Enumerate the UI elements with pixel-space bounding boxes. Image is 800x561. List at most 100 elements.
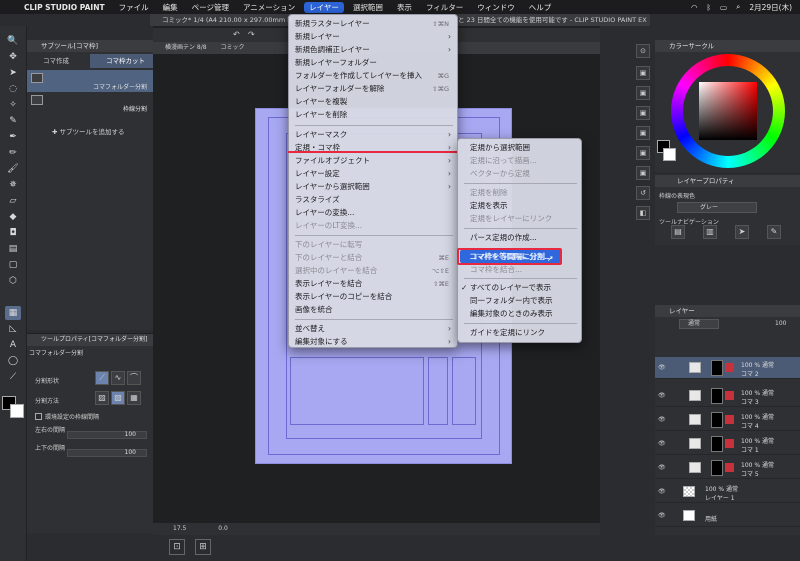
eye-icon[interactable]: 👁 [658,364,666,371]
fill-icon[interactable]: ◘ [5,226,21,240]
material-icon[interactable]: ▣ [636,86,650,100]
clock[interactable]: 2月29日(木) [749,2,792,13]
material-icon[interactable]: ▣ [636,106,650,120]
navigator-icon[interactable]: ⊙ [636,44,650,58]
page-manage-icon[interactable]: ⊡ [169,539,185,555]
shape-polyline-icon[interactable]: ⌒ [127,371,141,385]
submenu-item-draw-along-ruler[interactable]: 定規に沿って描画... [458,155,581,167]
layer-row[interactable]: 👁 用紙 [655,505,800,527]
menu-item-new-correction-layer[interactable]: 新規色調補正レイヤー › [289,44,457,56]
lr-gap-slider[interactable]: 100 [67,431,147,439]
blend-icon[interactable]: ◆ [5,210,21,224]
eraser-icon[interactable]: ▱ [5,194,21,208]
frame-border-icon[interactable]: ▦ [5,306,21,320]
layer-row[interactable]: 👁 100 % 通常 コマ 5 [655,457,800,479]
eye-icon[interactable]: 👁 [658,512,666,519]
menu-item-create-folder-insert[interactable]: フォルダーを作成してレイヤーを挿入 ⌘G [289,70,457,82]
tab-frame-cut[interactable]: コマ枠カット [90,54,153,68]
menu-item-flatten[interactable]: 画像を統合 [289,304,457,316]
material-icon[interactable]: ▣ [636,166,650,180]
menu-item-merge-down[interactable]: 下のレイヤーと結合 ⌘E [289,252,457,264]
material-icon[interactable]: ▣ [636,126,650,140]
battery-icon[interactable]: ▭ [720,3,727,12]
menu-layer[interactable]: レイヤー [304,1,344,13]
nav-icon-2[interactable]: ▥ [703,225,717,239]
brush-icon[interactable]: 🖌 [5,162,21,176]
zoom-value[interactable]: 17.5 [173,525,186,532]
lasso-icon[interactable]: ◌ [5,82,21,96]
angle-value[interactable]: 0.0 [218,525,228,532]
menu-item-merge-visible[interactable]: 表示レイヤーを結合 ⇧⌘E [289,278,457,290]
add-subtool-button[interactable]: ✚ サブツールを追加する [52,126,125,136]
material-icon[interactable]: ▣ [636,66,650,80]
tab-frame-create[interactable]: コマ作成 [27,54,90,68]
bluetooth-icon[interactable]: ᛒ [707,3,712,12]
menu-item-new-layer[interactable]: 新規レイヤー › [289,31,457,43]
eye-icon[interactable]: 👁 [658,416,666,423]
layer-row[interactable]: 👁 100 % 通常 コマ 1 [655,433,800,455]
menu-animation[interactable]: アニメーション [243,2,295,13]
operation-icon[interactable]: ➤ [5,66,21,80]
submenu-item-link-ruler[interactable]: 定規をレイヤーにリンク [458,213,581,225]
pencil-icon[interactable]: ✏ [5,146,21,160]
saturation-value-square[interactable] [699,82,757,140]
redo-icon[interactable]: ↷ [248,30,255,39]
menu-item-release-folder[interactable]: レイヤーフォルダーを解除 ⇧⌘G [289,83,457,95]
ruler-icon[interactable]: ◺ [5,322,21,336]
eyedropper-icon[interactable]: ✎ [5,114,21,128]
menu-item-lt-convert[interactable]: レイヤーのLT変換... [289,220,457,232]
sub-view-icon[interactable]: ◧ [636,206,650,220]
undo-icon[interactable]: ↶ [233,30,240,39]
env-gap-checkbox[interactable] [35,413,42,420]
layer-row[interactable]: 👁 100 % 通常 コマ 3 [655,385,800,407]
submenu-item-show-edit-target[interactable]: 編集対象のときのみ表示 [458,308,581,320]
menu-filter[interactable]: フィルター [426,2,463,13]
subtool-item-line-split[interactable]: 枠線分割 [27,92,153,114]
background-color[interactable] [10,404,24,418]
submenu-item-show-ruler[interactable]: 定規を表示 [458,200,581,212]
layer-row[interactable]: 👁 100 % 通常 コマ 4 [655,409,800,431]
submenu-item-perspective-ruler[interactable]: パース定規の作成... [458,232,581,244]
nav-icon-1[interactable]: ▤ [671,225,685,239]
menu-item-new-raster-layer[interactable]: 新規ラスターレイヤー ⇧⌘N [289,18,457,30]
submenu-item-divide-frame-evenly[interactable]: コマ枠を等間隔に分割... [458,251,581,263]
menu-item-selection-from-layer[interactable]: レイヤーから選択範囲 › [289,181,457,193]
submenu-item-ruler-from-vector[interactable]: ベクターから定規 [458,168,581,180]
subtool-item-folder-split[interactable]: コマフォルダー分割 [27,70,153,92]
vector-icon[interactable]: ⬡ [5,274,21,288]
method-b-icon[interactable]: ▧ [111,391,125,405]
shape-curve-icon[interactable]: ∿ [111,371,125,385]
text-icon[interactable]: A [5,338,21,352]
tab-comic[interactable]: コミック [221,44,245,51]
move-icon[interactable]: ✥ [5,50,21,64]
menu-item-delete-layer[interactable]: レイヤーを削除 [289,109,457,121]
menu-window[interactable]: ウィンドウ [477,2,515,13]
balloon-icon[interactable]: ◯ [5,354,21,368]
menu-item-new-layer-folder[interactable]: 新規レイヤーフォルダー [289,57,457,69]
menu-edit[interactable]: 編集 [163,2,178,13]
history-icon[interactable]: ↺ [636,186,650,200]
menu-item-order[interactable]: 並べ替え › [289,323,457,335]
menu-item-transfer-down[interactable]: 下のレイヤーに転写 [289,239,457,251]
app-name[interactable]: CLIP STUDIO PAINT [24,3,105,12]
material-icon[interactable]: ▣ [636,146,650,160]
nav-icon-3[interactable]: ➤ [735,225,749,239]
submenu-item-show-same-folder[interactable]: 同一フォルダー内で表示 [458,295,581,307]
eye-icon[interactable]: 👁 [658,488,666,495]
eye-icon[interactable]: 👁 [658,440,666,447]
main-color-chips[interactable] [2,396,26,420]
submenu-item-ruler-selection[interactable]: 定規から選択範囲 [458,142,581,154]
correct-line-icon[interactable]: ⟋ [5,370,21,384]
submenu-item-delete-ruler[interactable]: 定規を削除 [458,187,581,199]
shape-straight-icon[interactable]: ⟋ [95,371,109,385]
method-a-icon[interactable]: ▨ [95,391,109,405]
layer-row[interactable]: 👁 100 % 通常 レイヤー 1 [655,481,800,503]
wifi-icon[interactable]: ◠ [691,3,698,12]
submenu-item-show-all-layers[interactable]: ✓ すべてのレイヤーで表示 [458,282,581,294]
menu-item-layer-settings[interactable]: レイヤー設定 › [289,168,457,180]
submenu-item-link-guide[interactable]: ガイドを定規にリンク [458,327,581,339]
color-wheel[interactable] [671,54,785,168]
layer-row[interactable]: 👁 100 % 通常 コマ 2 [655,357,800,379]
airbrush-icon[interactable]: ✵ [5,178,21,192]
menu-selection[interactable]: 選択範囲 [353,2,383,13]
